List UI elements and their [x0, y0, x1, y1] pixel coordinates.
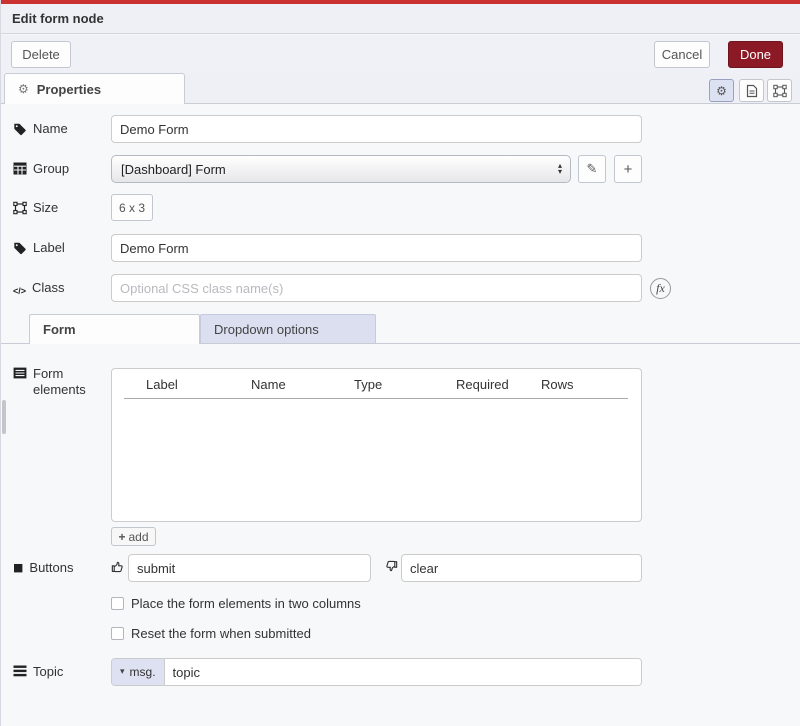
two-columns-checkbox-label: Place the form elements in two columns: [131, 596, 361, 611]
topic-type-label: msg.: [130, 665, 156, 679]
name-field-label: Name: [13, 121, 68, 137]
size-button[interactable]: 6 x 3: [111, 194, 153, 221]
group-field-label: Group: [13, 161, 69, 177]
object-group-icon: [773, 84, 787, 98]
plus-icon: +: [118, 530, 125, 544]
edit-group-button[interactable]: ✎: [578, 155, 606, 183]
label-input[interactable]: [111, 234, 642, 262]
object-group-icon: [13, 201, 27, 215]
cancel-button[interactable]: Cancel: [654, 41, 710, 68]
column-header-rows: Rows: [541, 377, 574, 392]
appearance-icon-button[interactable]: [767, 79, 792, 102]
name-input[interactable]: [111, 115, 642, 143]
thumbs-up-icon: [110, 559, 125, 574]
clear-button-input[interactable]: [401, 554, 642, 582]
gear-icon: ⚙: [716, 84, 727, 98]
size-field-label: Size: [13, 200, 58, 216]
add-element-button[interactable]: + add: [111, 527, 156, 546]
fx-icon: fx: [656, 281, 665, 296]
code-icon: </>: [13, 283, 26, 299]
form-elements-list[interactable]: Label Name Type Required Rows: [111, 368, 642, 522]
topic-field-label: Topic: [13, 664, 63, 680]
gear-icon: ⚙: [18, 82, 29, 96]
column-header-label: Label: [146, 377, 178, 392]
plus-icon: +: [624, 161, 633, 178]
dialog-title: Edit form node: [12, 11, 104, 26]
tag-icon: [13, 122, 27, 136]
column-header-type: Type: [354, 377, 382, 392]
tasks-icon: [13, 665, 27, 677]
delete-button[interactable]: Delete: [11, 41, 71, 68]
class-input[interactable]: [111, 274, 642, 302]
document-icon: [746, 84, 758, 98]
topic-type-select[interactable]: ▾ msg.: [112, 659, 165, 685]
done-button[interactable]: Done: [728, 41, 783, 68]
dialog-header: Edit form node: [1, 4, 800, 34]
two-columns-checkbox[interactable]: [111, 597, 124, 610]
topic-value-input[interactable]: [165, 659, 641, 685]
column-header-name: Name: [251, 377, 286, 392]
properties-icon-button[interactable]: ⚙: [709, 79, 734, 102]
tab-dropdown-options[interactable]: Dropdown options: [200, 314, 376, 343]
editor-tabbar: ⚙ Properties ⚙: [1, 73, 800, 104]
column-header-required: Required: [456, 377, 509, 392]
caret-down-icon: ▾: [120, 667, 125, 677]
topic-typed-input: ▾ msg.: [111, 658, 642, 686]
add-group-button[interactable]: +: [614, 155, 642, 183]
submit-button-input[interactable]: [128, 554, 371, 582]
table-icon: [13, 162, 27, 175]
tab-properties[interactable]: ⚙ Properties: [4, 73, 185, 104]
thumbs-down-icon: [384, 559, 399, 574]
group-select[interactable]: [Dashboard] Form ▴▾: [111, 155, 571, 183]
tab-form[interactable]: Form: [29, 314, 200, 344]
square-icon: ■: [13, 560, 23, 576]
left-scrollbar-thumb[interactable]: [2, 400, 6, 434]
node-subtabs: Form Dropdown options: [1, 314, 800, 344]
list-alt-icon: [13, 367, 27, 379]
form-elements-label: Form elements: [13, 366, 97, 398]
header-divider: [124, 398, 628, 399]
fx-expand-button[interactable]: fx: [650, 278, 671, 299]
pencil-icon: ✎: [587, 162, 598, 177]
description-icon-button[interactable]: [739, 79, 764, 102]
edit-node-dialog: Edit form node Delete Cancel Done ⚙ Prop…: [0, 0, 800, 726]
group-select-value: [Dashboard] Form: [121, 162, 226, 177]
reset-form-checkbox[interactable]: [111, 627, 124, 640]
tag-icon: [13, 241, 27, 255]
label-field-label: Label: [13, 240, 65, 256]
reset-form-checkbox-label: Reset the form when submitted: [131, 626, 311, 641]
class-field-label: </> Class: [13, 280, 65, 299]
dialog-toolbar: Delete Cancel Done: [1, 35, 800, 74]
buttons-field-label: ■ Buttons: [13, 560, 74, 576]
tab-properties-label: Properties: [37, 82, 101, 97]
select-arrows-icon: ▴▾: [558, 163, 562, 175]
dialog-body: Name Group [Dashboard] Form ▴▾ ✎ +: [1, 104, 800, 726]
